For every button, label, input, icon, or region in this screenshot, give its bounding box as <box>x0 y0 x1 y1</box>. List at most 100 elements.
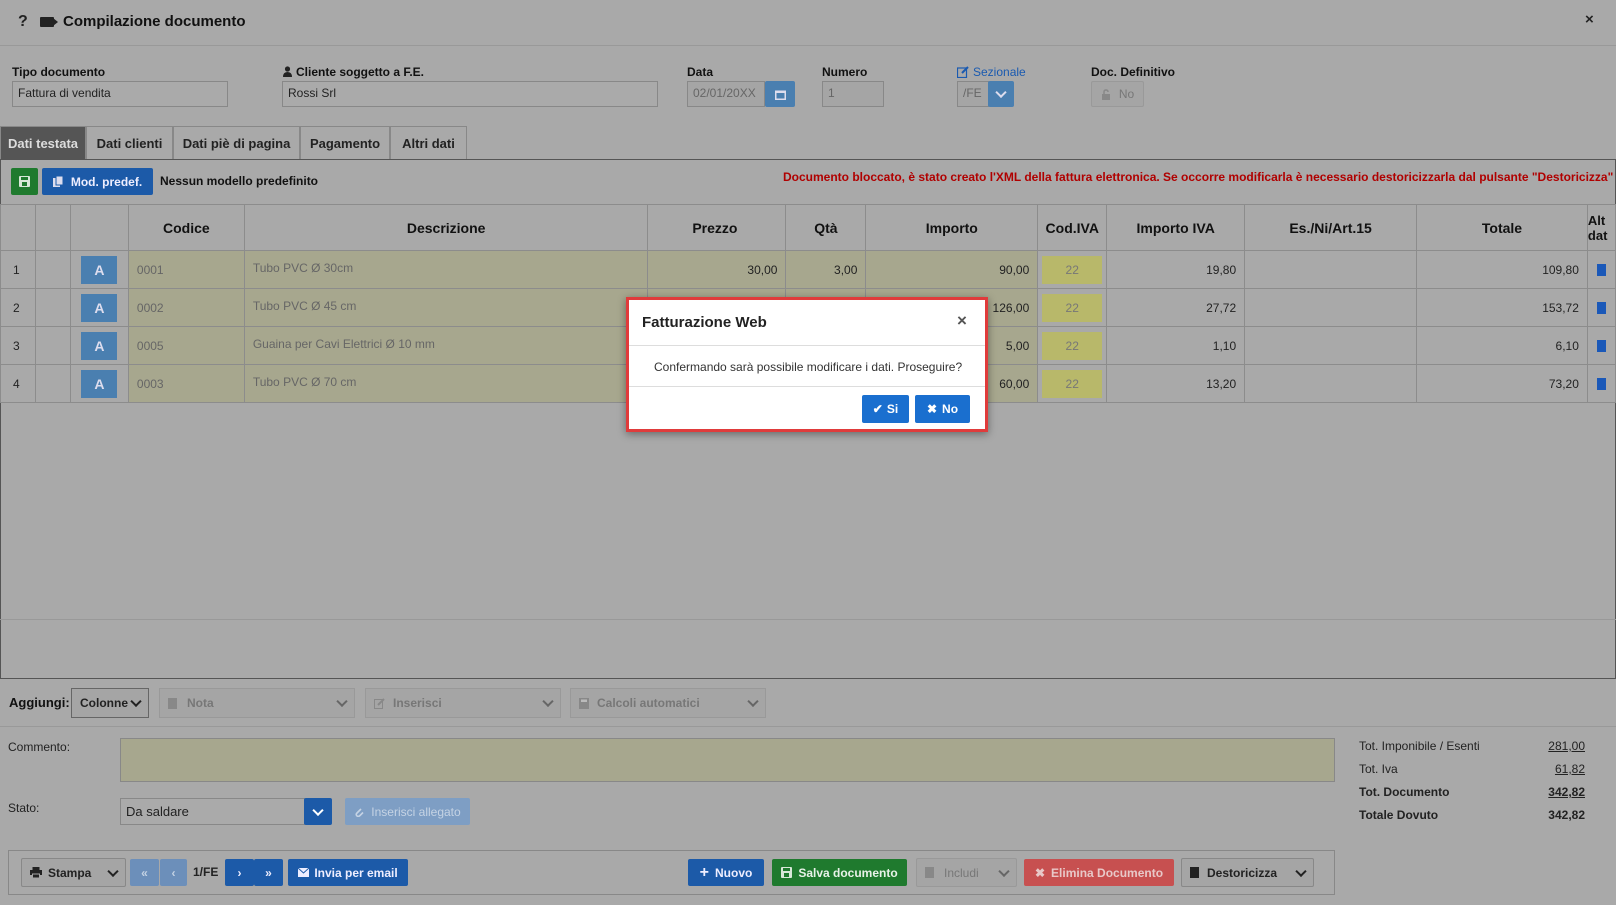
mod-predef-label: Mod. predef. <box>70 174 143 189</box>
commento-textarea[interactable] <box>120 738 1335 782</box>
importo-cell[interactable]: 90,00 <box>865 250 1039 289</box>
tab-dati-clienti[interactable]: Dati clienti <box>86 126 173 159</box>
colonne-dropdown[interactable]: Colonne <box>71 688 149 718</box>
cod-iva-cell: 22 <box>1037 288 1108 327</box>
prezzo-cell[interactable]: 30,00 <box>647 250 787 289</box>
destoricizza-dropdown[interactable]: Destoricizza <box>1181 858 1314 887</box>
tipo-documento-field[interactable]: Fattura di vendita <box>12 81 228 107</box>
last-page-button[interactable]: » <box>254 859 283 886</box>
col-header-prezzo[interactable]: Prezzo <box>647 204 787 251</box>
es-cell[interactable] <box>1244 288 1418 327</box>
col-header-importo[interactable]: Importo <box>865 204 1039 251</box>
chevron-down-icon <box>107 865 119 877</box>
tot-documento-value[interactable]: 342,82 <box>1530 785 1585 799</box>
sezionale-link[interactable]: Sezionale <box>973 65 1026 79</box>
cod-iva-value[interactable]: 22 <box>1042 331 1103 360</box>
invia-email-label: Invia per email <box>314 865 398 880</box>
col-header-cod-iva[interactable]: Cod.IVA <box>1037 204 1108 251</box>
tab-pagamento[interactable]: Pagamento <box>300 126 390 159</box>
qta-cell[interactable]: 3,00 <box>785 250 867 289</box>
article-button[interactable]: A <box>81 255 118 284</box>
printer-icon <box>30 867 42 878</box>
col-header-altri-dati[interactable]: Alt dat <box>1586 204 1616 251</box>
col-header-importo-iva[interactable]: Importo IVA <box>1106 204 1246 251</box>
first-page-button[interactable]: « <box>130 859 159 886</box>
elimina-documento-button[interactable]: ✖ Elimina Documento <box>1024 859 1174 886</box>
cod-iva-cell: 22 <box>1037 364 1108 403</box>
calcoli-label: Calcoli automatici <box>597 696 700 710</box>
data-field[interactable]: 02/01/20XX <box>687 81 765 107</box>
inserisci-allegato-button[interactable]: Inserisci allegato <box>345 798 470 825</box>
video-camera-icon[interactable] <box>40 17 58 27</box>
tab-dati-testata[interactable]: Dati testata <box>0 126 86 159</box>
document-icon[interactable] <box>1596 339 1606 352</box>
stato-select[interactable]: Da saldare <box>120 798 305 825</box>
article-button[interactable]: A <box>81 331 118 360</box>
dialog-message: Confermando sarà possibile modificare i … <box>654 360 963 374</box>
double-chevron-right-icon: » <box>265 865 272 880</box>
close-icon[interactable]: × <box>1585 11 1594 28</box>
section-divider <box>0 726 1616 727</box>
tot-iva-value[interactable]: 61,82 <box>1530 762 1585 776</box>
article-button[interactable]: A <box>81 369 118 398</box>
next-page-button[interactable]: › <box>225 859 254 886</box>
document-icon[interactable] <box>1596 263 1606 276</box>
includi-dropdown[interactable]: Includi <box>916 858 1017 887</box>
cliente-field[interactable]: Rossi Srl <box>282 81 658 107</box>
save-icon-button[interactable] <box>11 168 38 195</box>
descrizione-cell[interactable]: Tubo PVC Ø 70 cm <box>243 364 649 403</box>
descrizione-cell[interactable]: Guaina per Cavi Elettrici Ø 10 mm <box>243 326 649 365</box>
col-header-totale[interactable]: Totale <box>1416 204 1588 251</box>
cod-iva-value[interactable]: 22 <box>1042 255 1103 284</box>
user-icon <box>283 66 292 77</box>
cod-iva-value[interactable]: 22 <box>1042 369 1103 398</box>
nuovo-button[interactable]: + Nuovo <box>688 859 764 886</box>
tot-imponibile-value[interactable]: 281,00 <box>1530 739 1585 753</box>
document-icon[interactable] <box>1596 301 1606 314</box>
chevron-down-icon <box>130 695 142 708</box>
sezionale-field[interactable]: /FE <box>957 81 989 107</box>
es-cell[interactable] <box>1244 250 1418 289</box>
codice-cell[interactable]: 0001 <box>127 250 245 289</box>
stato-dropdown-button[interactable] <box>304 798 332 825</box>
codice-cell[interactable]: 0002 <box>127 288 245 327</box>
calendar-button[interactable] <box>765 81 795 107</box>
numero-field[interactable]: 1 <box>822 81 884 107</box>
es-cell[interactable] <box>1244 326 1418 365</box>
document-icon[interactable] <box>1596 377 1606 390</box>
article-button[interactable]: A <box>81 293 118 322</box>
invia-email-button[interactable]: Invia per email <box>288 859 408 886</box>
mod-predef-button[interactable]: Mod. predef. <box>42 168 153 195</box>
col-header-es-ni-art15[interactable]: Es./Ni/Art.15 <box>1244 204 1418 251</box>
cod-iva-value[interactable]: 22 <box>1042 293 1103 322</box>
tipo-documento-label: Tipo documento <box>12 65 106 79</box>
inserisci-dropdown[interactable]: Inserisci <box>365 688 561 718</box>
table-row[interactable]: 1 A 0001 Tubo PVC Ø 30cm 30,00 3,00 90,0… <box>0 250 1616 289</box>
col-header-descrizione[interactable]: Descrizione <box>243 204 649 251</box>
nota-dropdown[interactable]: Nota <box>159 688 355 718</box>
doc-definitivo-toggle[interactable]: No <box>1091 81 1144 107</box>
confirm-no-button[interactable]: ✖ No <box>915 395 970 423</box>
col-header-qta[interactable]: Qtà <box>785 204 867 251</box>
calendar-icon <box>774 90 786 100</box>
prev-page-button[interactable]: ‹ <box>160 859 187 886</box>
tab-dati-pie-di-pagina[interactable]: Dati piè di pagina <box>173 126 300 159</box>
includi-label: Includi <box>944 865 979 880</box>
title-bar: ? Compilazione documento × <box>0 0 1616 46</box>
help-icon[interactable]: ? <box>18 13 28 31</box>
calcoli-dropdown[interactable]: Calcoli automatici <box>570 688 766 718</box>
descrizione-cell[interactable]: Tubo PVC Ø 45 cm <box>243 288 649 327</box>
stampa-dropdown[interactable]: Stampa <box>21 858 126 887</box>
doc-definitivo-label: Doc. Definitivo <box>1091 65 1176 79</box>
codice-cell[interactable]: 0003 <box>127 364 245 403</box>
descrizione-cell[interactable]: Tubo PVC Ø 30cm <box>243 250 649 289</box>
elimina-documento-label: Elimina Documento <box>1051 865 1164 880</box>
codice-cell[interactable]: 0005 <box>127 326 245 365</box>
dialog-close-icon[interactable]: × <box>957 311 967 331</box>
col-header-codice[interactable]: Codice <box>127 204 245 251</box>
confirm-yes-button[interactable]: ✔ Si <box>862 395 909 423</box>
salva-documento-button[interactable]: Salva documento <box>772 859 907 886</box>
tab-altri-dati[interactable]: Altri dati <box>390 126 467 159</box>
es-cell[interactable] <box>1244 364 1418 403</box>
sezionale-dropdown-button[interactable] <box>988 81 1014 107</box>
